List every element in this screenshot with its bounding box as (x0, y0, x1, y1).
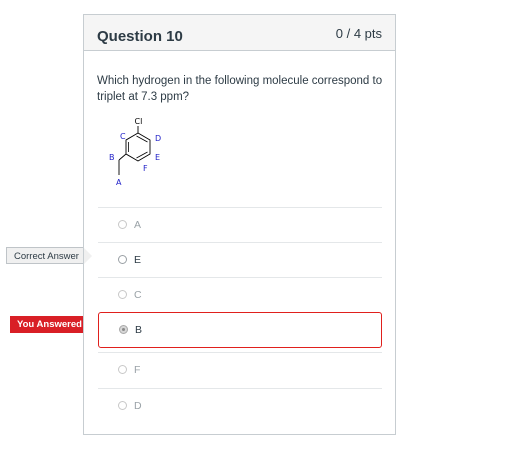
answer-option[interactable]: D (98, 388, 382, 424)
radio-button[interactable] (118, 365, 127, 374)
answer-label: F (134, 364, 141, 376)
answer-option[interactable]: C (98, 277, 382, 313)
radio-button[interactable] (118, 290, 127, 299)
molecule-label-d: D (155, 134, 161, 143)
you-answered-flag: You Answered (10, 316, 96, 333)
answer-option[interactable]: A (98, 207, 382, 243)
molecule-structure-image: Cl A B C D E F (109, 117, 161, 187)
question-title: Question 10 (97, 28, 183, 45)
answer-option-selected[interactable]: B (98, 312, 382, 348)
molecule-label-b: B (109, 153, 115, 162)
answer-option-correct[interactable]: E (98, 242, 382, 278)
answer-label: B (135, 324, 143, 336)
question-header: Question 10 0 / 4 pts (84, 15, 395, 51)
chlorine-label: Cl (135, 117, 143, 126)
answer-option[interactable]: F (98, 352, 382, 388)
molecule-label-e: E (155, 153, 160, 162)
question-text: Which hydrogen in the following molecule… (97, 75, 383, 103)
answer-label: E (134, 254, 142, 266)
molecule-label-a: A (116, 178, 122, 187)
radio-button[interactable] (118, 255, 127, 264)
question-points: 0 / 4 pts (335, 26, 382, 41)
molecule-label-f: F (143, 164, 148, 173)
question-card: Question 10 0 / 4 pts Which hydrogen in … (83, 14, 396, 435)
radio-button[interactable] (118, 220, 127, 229)
answer-label: D (134, 400, 142, 412)
molecule-label-c: C (120, 132, 126, 141)
radio-button[interactable] (118, 401, 127, 410)
answer-label: C (134, 289, 142, 301)
correct-answer-flag: Correct Answer (6, 247, 93, 265)
answer-label: A (134, 219, 142, 231)
radio-button-selected[interactable] (119, 325, 128, 334)
